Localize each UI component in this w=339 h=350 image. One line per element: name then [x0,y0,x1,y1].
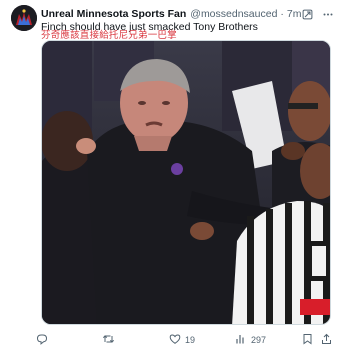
heart-icon [169,333,181,347]
tweet[interactable]: Unreal Minnesota Sports Fan @mossednsauc… [0,0,339,350]
views-count: 297 [251,335,267,345]
avatar[interactable] [11,5,37,31]
like-button[interactable]: 19 [169,332,195,348]
grok-icon[interactable] [302,9,313,20]
reply-icon [36,333,48,347]
reply-button[interactable] [36,332,52,348]
separator-dot: · [280,8,284,20]
repost-icon [102,333,115,347]
header-actions [302,9,334,20]
share-icon [321,333,332,347]
repost-button[interactable] [102,332,119,348]
bookmark-icon [302,333,313,347]
timestamp[interactable]: 7m [287,8,302,20]
author-name[interactable]: Unreal Minnesota Sports Fan [41,8,186,20]
share-button[interactable] [321,332,332,348]
more-icon[interactable] [322,9,334,20]
bookmark-button[interactable] [302,332,313,348]
like-count: 19 [185,335,196,345]
tweet-header: Unreal Minnesota Sports Fan @mossednsauc… [41,7,333,21]
tweet-actions: 19 297 [36,332,332,348]
tweet-video[interactable] [41,40,331,325]
author-handle[interactable]: @mossednsauced [190,8,277,20]
views-button[interactable]: 297 [235,332,266,348]
views-icon [235,333,247,347]
